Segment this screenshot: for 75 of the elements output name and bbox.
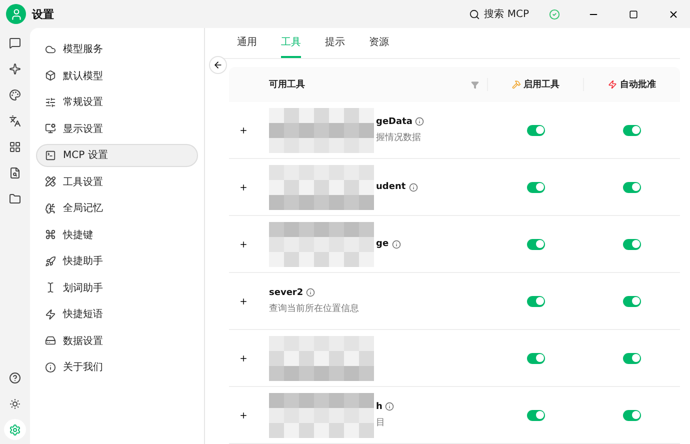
info-icon[interactable] <box>385 402 394 411</box>
auto-approve-toggle[interactable] <box>623 182 641 192</box>
sidebar-item[interactable]: 数据设置 <box>36 330 198 352</box>
enable-toggle[interactable] <box>527 238 545 250</box>
lightning-icon <box>45 308 56 320</box>
plus-icon <box>238 296 248 306</box>
plus-icon <box>238 182 248 192</box>
column-header: 启用工具 <box>524 78 560 91</box>
enable-toggle[interactable] <box>527 352 545 364</box>
sidebar-item[interactable]: 快捷短语 <box>36 303 198 326</box>
enable-toggle[interactable] <box>527 182 545 192</box>
tool-description: 查询当前所在位置信息 <box>269 302 359 314</box>
sidebar-item[interactable]: 显示设置 <box>36 118 198 140</box>
sidebar-item[interactable]: 工具设置 <box>36 170 198 193</box>
info-icon[interactable] <box>392 240 401 248</box>
text-cursor-icon <box>45 282 56 294</box>
sidebar-item[interactable]: MCP 设置 <box>36 144 198 166</box>
sidebar-item[interactable]: 默认模型 <box>36 64 198 87</box>
status-check-icon[interactable] <box>549 8 560 20</box>
auto-approve-toggle[interactable] <box>623 352 641 364</box>
enable-toggle[interactable] <box>527 296 545 306</box>
close-icon <box>668 8 678 20</box>
auto-approve-toggle[interactable] <box>623 238 641 250</box>
tab[interactable]: 资源 <box>369 28 389 58</box>
terminal-icon <box>45 150 56 161</box>
monitor-icon <box>45 123 56 134</box>
sidebar-item[interactable]: 快捷键 <box>36 224 198 246</box>
plus-icon <box>238 354 248 362</box>
plus-icon <box>238 126 248 134</box>
search-icon <box>469 8 480 20</box>
cloud-icon <box>45 44 56 55</box>
sidebar-item[interactable]: 快捷助手 <box>36 250 198 272</box>
tool-name: h <box>376 402 382 412</box>
tool-description: 目 <box>376 416 386 428</box>
back-button[interactable] <box>209 56 227 74</box>
info-icon[interactable] <box>415 117 424 126</box>
sliders-icon <box>45 96 56 108</box>
auto-approve-toggle[interactable] <box>623 296 641 306</box>
column-header: 自动批准 <box>620 78 656 91</box>
sidebar-item[interactable]: 关于我们 <box>36 356 198 378</box>
tool-name: sever2 <box>269 288 304 298</box>
hammer-icon <box>512 80 520 89</box>
tool-name: udent <box>376 182 406 192</box>
info-icon[interactable] <box>408 182 418 192</box>
plus-icon <box>238 240 248 248</box>
enable-toggle[interactable] <box>527 124 545 136</box>
sidebar-item[interactable]: 划词助手 <box>36 276 198 299</box>
auto-approve-toggle[interactable] <box>623 124 641 136</box>
sidebar-item[interactable]: 常规设置 <box>36 91 198 114</box>
brain-icon <box>45 202 56 214</box>
column-header: 可用工具 <box>269 78 305 91</box>
tool-name: geData <box>376 116 412 126</box>
tab[interactable]: 通用 <box>237 28 257 58</box>
tool-name: ge <box>376 239 389 249</box>
lightning-icon <box>608 80 617 89</box>
info-icon[interactable] <box>306 288 316 297</box>
rocket-icon <box>45 256 56 267</box>
tab[interactable]: 提示 <box>325 28 345 58</box>
auto-approve-toggle[interactable] <box>623 410 641 420</box>
tool-description: 握情况数据 <box>376 132 422 144</box>
command-icon <box>45 229 56 240</box>
maximize-icon <box>628 10 638 18</box>
plus-icon <box>238 410 248 420</box>
search-button[interactable]: 搜索 MCP <box>465 7 533 21</box>
back-arrow-icon <box>213 60 223 70</box>
tools-icon <box>45 176 56 188</box>
sidebar-item[interactable]: 全局记忆 <box>36 197 198 220</box>
sidebar-item[interactable]: 模型服务 <box>36 38 198 60</box>
enable-toggle[interactable] <box>527 410 545 420</box>
drive-icon <box>45 335 56 346</box>
cube-icon <box>45 70 56 82</box>
settings-icon[interactable] <box>4 419 26 440</box>
info-icon <box>45 362 56 373</box>
window-title: 设置 <box>32 6 55 22</box>
avatar[interactable] <box>6 4 26 24</box>
